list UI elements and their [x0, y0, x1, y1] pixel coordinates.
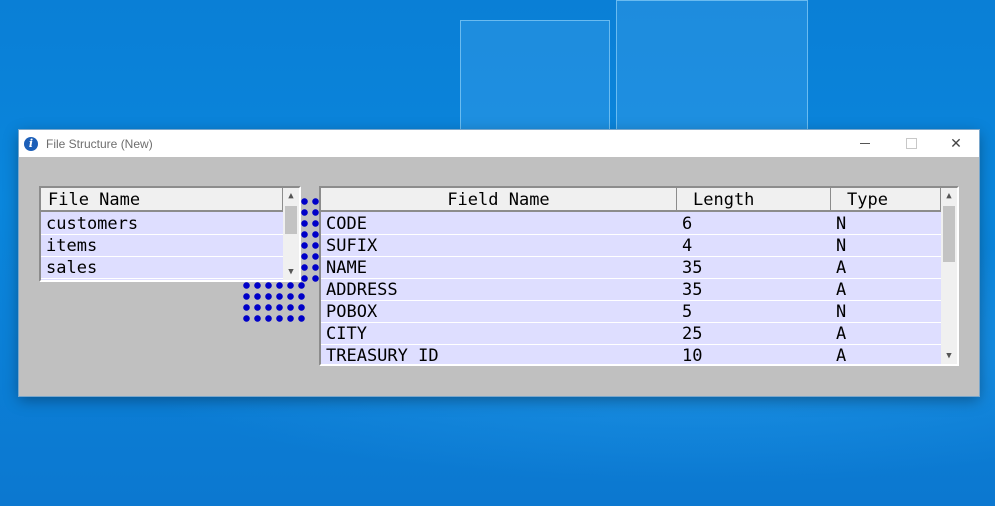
table-row[interactable]: ADDRESS 35 A: [321, 279, 941, 301]
info-icon: i: [24, 136, 38, 151]
type-cell: A: [836, 280, 847, 300]
length-cell: 4: [682, 236, 693, 256]
table-row[interactable]: NAME 35 A: [321, 257, 941, 279]
length-header-label: Length: [693, 190, 755, 210]
file-list-scrollbar[interactable]: ▲ ▼: [283, 188, 299, 280]
scroll-down-icon[interactable]: ▼: [283, 264, 299, 280]
length-cell: 25: [682, 324, 703, 344]
file-structure-window: i File Structure (New) ✕ File Name custo…: [19, 130, 979, 396]
length-cell: 6: [682, 214, 693, 234]
file-name-cell: items: [46, 236, 98, 256]
file-name-header-label: File Name: [48, 190, 141, 210]
file-name-cell: sales: [46, 258, 98, 278]
length-cell: 5: [682, 302, 693, 322]
table-row[interactable]: TREASURY_ID 10 A: [321, 345, 941, 366]
scroll-thumb[interactable]: [943, 206, 955, 262]
list-item[interactable]: items: [41, 235, 283, 257]
type-cell: N: [836, 302, 847, 322]
field-name-cell: ADDRESS: [326, 280, 398, 300]
close-icon: ✕: [950, 135, 962, 152]
scroll-down-icon[interactable]: ▼: [941, 348, 957, 364]
field-structure-table[interactable]: Field Name Length Type CODE 6 N SUFIX 4 …: [319, 186, 959, 366]
type-cell: A: [836, 346, 847, 366]
title-bar[interactable]: i File Structure (New) ✕: [19, 130, 979, 157]
field-name-cell: CITY: [326, 324, 367, 344]
length-header[interactable]: Length: [677, 188, 831, 212]
minimize-button[interactable]: [842, 130, 888, 157]
type-header-label: Type: [847, 190, 888, 210]
field-name-cell: CODE: [326, 214, 367, 234]
type-cell: A: [836, 324, 847, 344]
maximize-button[interactable]: [888, 130, 934, 157]
minimize-icon: [860, 143, 870, 144]
type-cell: N: [836, 214, 847, 234]
field-table-scrollbar[interactable]: ▲ ▼: [941, 188, 957, 364]
close-button[interactable]: ✕: [933, 130, 979, 157]
type-cell: A: [836, 258, 847, 278]
table-row[interactable]: SUFIX 4 N: [321, 235, 941, 257]
type-cell: N: [836, 236, 847, 256]
length-cell: 10: [682, 346, 703, 366]
scroll-up-icon[interactable]: ▲: [941, 188, 957, 204]
field-name-cell: TREASURY_ID: [326, 346, 439, 366]
type-header[interactable]: Type: [831, 188, 941, 212]
scroll-up-icon[interactable]: ▲: [283, 188, 299, 204]
file-name-cell: customers: [46, 214, 139, 234]
maximize-icon: [905, 138, 917, 149]
list-item[interactable]: sales: [41, 257, 283, 279]
table-row[interactable]: POBOX 5 N: [321, 301, 941, 323]
desktop-logo-pane-right: [616, 0, 808, 132]
file-name-header[interactable]: File Name: [41, 188, 283, 212]
desktop-logo-pane-left: [460, 20, 610, 132]
file-list-table[interactable]: File Name customers items sales ▲ ▼: [39, 186, 301, 282]
table-row[interactable]: CODE 6 N: [321, 213, 941, 235]
field-name-cell: SUFIX: [326, 236, 378, 256]
field-name-cell: NAME: [326, 258, 367, 278]
list-item[interactable]: customers: [41, 213, 283, 235]
scroll-thumb[interactable]: [285, 206, 297, 234]
field-name-cell: POBOX: [326, 302, 378, 322]
length-cell: 35: [682, 258, 703, 278]
window-title: File Structure (New): [46, 136, 153, 151]
length-cell: 35: [682, 280, 703, 300]
field-name-header-label: Field Name: [447, 190, 550, 210]
table-row[interactable]: CITY 25 A: [321, 323, 941, 345]
field-name-header[interactable]: Field Name: [321, 188, 677, 212]
drag-indicator: [241, 280, 307, 325]
